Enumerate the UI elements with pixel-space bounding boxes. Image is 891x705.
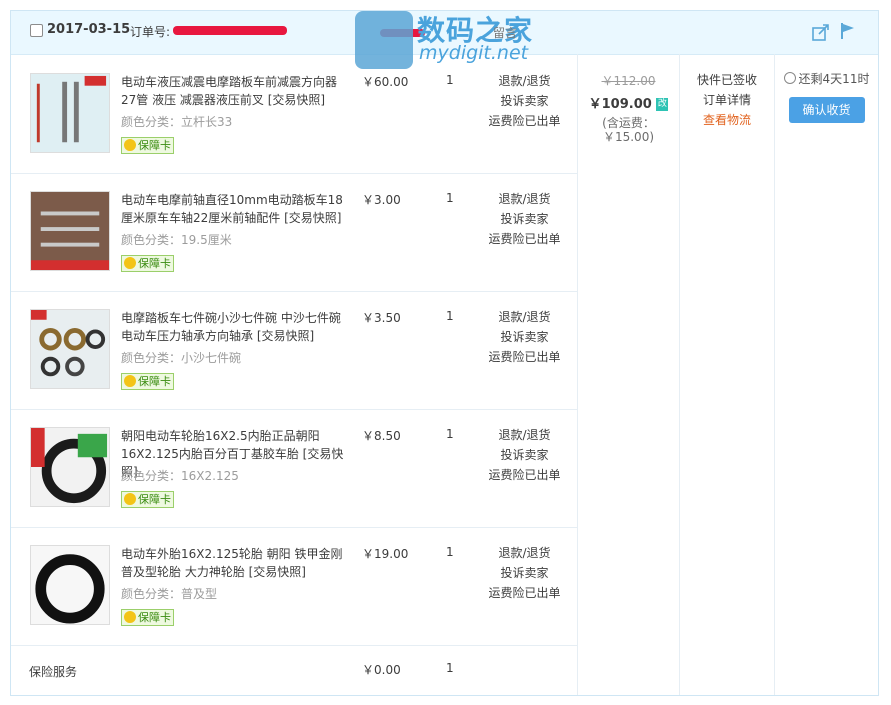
order-item-row: 电摩踏板车七件碗小沙七件碗 中沙七件碗电动车压力轴承方向轴承 [交易快照] 颜色… [11, 291, 577, 410]
refund-link[interactable]: 退款/退货 [487, 189, 562, 209]
item-price: ￥3.50 [362, 311, 401, 325]
order-number-redaction [173, 26, 287, 35]
product-thumbnail[interactable] [30, 73, 110, 153]
guarantee-icon [124, 257, 136, 269]
product-color: 颜色分类：普及型 [121, 587, 218, 601]
product-name[interactable]: 电动车电摩前轴直径10mm电动踏板车18厘米原车车轴22厘米前轴配件 [交易快照… [121, 191, 349, 227]
item-operations: 退款/退货 投诉卖家 运费险已出单 [487, 307, 562, 367]
column-divider [774, 54, 775, 695]
view-logistics-link[interactable]: 查看物流 [680, 110, 774, 130]
product-color: 颜色分类：19.5厘米 [121, 233, 232, 247]
product-thumbnail[interactable] [30, 427, 110, 507]
guarantee-badge[interactable]: 保障卡 [121, 491, 174, 508]
item-operations: 退款/退货 投诉卖家 运费险已出单 [487, 425, 562, 485]
guarantee-badge[interactable]: 保障卡 [121, 373, 174, 390]
guarantee-icon [124, 375, 136, 387]
complain-link[interactable]: 投诉卖家 [487, 563, 562, 583]
shipping-insurance-link[interactable]: 运费险已出单 [487, 583, 562, 603]
clock-icon [783, 72, 796, 84]
actual-price: ￥109.00 改 [578, 93, 679, 112]
column-divider [679, 54, 680, 695]
remaining-time-text: 还剩4天11时 [798, 72, 870, 86]
remaining-time: 还剩4天11时 [775, 70, 878, 87]
flag-icon[interactable] [839, 21, 857, 41]
item-price: ￥8.50 [362, 429, 401, 443]
refund-link[interactable]: 退款/退货 [487, 543, 562, 563]
shipping-insurance-link[interactable]: 运费险已出单 [487, 347, 562, 367]
item-quantity: 1 [446, 427, 454, 441]
item-quantity: 1 [446, 73, 454, 87]
guarantee-icon [124, 493, 136, 505]
order-date: 2017-03-15 [47, 22, 131, 37]
item-quantity: 1 [446, 191, 454, 205]
order-card: 2017-03-15 订单号: 数码之家 mydigit.net 留言 电动车液… [10, 10, 879, 696]
product-thumbnail[interactable] [30, 191, 110, 271]
insurance-label: 保险服务 [29, 665, 78, 679]
guarantee-badge[interactable]: 保障卡 [121, 609, 174, 626]
item-operations: 退款/退货 投诉卖家 运费险已出单 [487, 71, 562, 131]
guarantee-label: 保障卡 [138, 493, 171, 506]
guarantee-label: 保障卡 [138, 375, 171, 388]
delivery-status: 快件已签收 [696, 73, 757, 87]
guarantee-label: 保障卡 [138, 611, 171, 624]
refund-link[interactable]: 退款/退货 [487, 425, 562, 445]
product-name[interactable]: 电摩踏板车七件碗小沙七件碗 中沙七件碗电动车压力轴承方向轴承 [交易快照] [121, 309, 349, 345]
item-price: ￥19.00 [362, 547, 409, 561]
insurance-price: ￥0.00 [362, 663, 401, 677]
shipping-insurance-link[interactable]: 运费险已出单 [487, 465, 562, 485]
insurance-quantity: 1 [446, 661, 454, 675]
guarantee-icon [124, 611, 136, 623]
actual-price-value: ￥109.00 [588, 97, 652, 112]
order-number-label: 订单号: [130, 25, 171, 39]
item-price: ￥60.00 [362, 75, 409, 89]
order-header: 2017-03-15 订单号: 数码之家 mydigit.net 留言 [11, 11, 878, 69]
shipping-insurance-link[interactable]: 运费险已出单 [487, 111, 562, 131]
item-operations: 退款/退货 投诉卖家 运费险已出单 [487, 543, 562, 603]
product-thumbnail[interactable] [30, 309, 110, 389]
item-operations: 退款/退货 投诉卖家 运费险已出单 [487, 189, 562, 249]
product-name[interactable]: 电动车外胎16X2.125轮胎 朝阳 铁甲金刚 普及型轮胎 大力神轮胎 [交易快… [121, 545, 349, 581]
item-quantity: 1 [446, 309, 454, 323]
shipping-insurance-link[interactable]: 运费险已出单 [487, 229, 562, 249]
order-action: 还剩4天11时 确认收货 [775, 54, 878, 123]
complain-link[interactable]: 投诉卖家 [487, 209, 562, 229]
guarantee-label: 保障卡 [138, 257, 171, 270]
share-icon[interactable] [811, 22, 831, 42]
shipping-fee-label: (含运费： [602, 116, 655, 130]
confirm-receipt-button[interactable]: 确认收货 [788, 97, 865, 123]
insurance-row: 保险服务 ￥0.00 1 [11, 644, 577, 696]
price-changed-badge: 改 [656, 98, 669, 111]
item-quantity: 1 [446, 545, 454, 559]
product-name[interactable]: 电动车液压减震电摩踏板车前减震方向器27管 液压 减震器液压前叉 [交易快照] [121, 73, 349, 109]
order-detail-link[interactable]: 订单详情 [680, 90, 774, 110]
guarantee-label: 保障卡 [138, 139, 171, 152]
complain-link[interactable]: 投诉卖家 [487, 445, 562, 465]
product-thumbnail[interactable] [30, 545, 110, 625]
shipping-fee-value: ￥15.00) [602, 130, 655, 144]
order-item-row: 朝阳电动车轮胎16X2.5内胎正品朝阳16X2.125内胎百分百丁基胶车胎 [交… [11, 409, 577, 528]
order-status: 快件已签收 订单详情 查看物流 [680, 70, 774, 130]
order-item-row: 电动车外胎16X2.125轮胎 朝阳 铁甲金刚 普及型轮胎 大力神轮胎 [交易快… [11, 527, 577, 646]
order-item-row: 电动车电摩前轴直径10mm电动踏板车18厘米原车车轴22厘米前轴配件 [交易快照… [11, 173, 577, 292]
refund-link[interactable]: 退款/退货 [487, 307, 562, 327]
product-color: 颜色分类：小沙七件碗 [121, 351, 242, 365]
complain-link[interactable]: 投诉卖家 [487, 91, 562, 111]
complain-link[interactable]: 投诉卖家 [487, 327, 562, 347]
column-divider [577, 54, 578, 695]
original-price: ￥112.00 [601, 74, 656, 88]
guarantee-badge[interactable]: 保障卡 [121, 137, 174, 154]
refund-link[interactable]: 退款/退货 [487, 71, 562, 91]
order-checkbox[interactable] [30, 24, 43, 37]
shipping-fee: (含运费： ￥15.00) [578, 116, 679, 144]
item-price: ￥3.00 [362, 193, 401, 207]
message-link[interactable]: 留言 [493, 24, 517, 41]
order-total: ￥112.00 ￥109.00 改 (含运费： ￥15.00) [578, 54, 679, 144]
product-color: 颜色分类：立杆长33 [121, 115, 233, 129]
guarantee-icon [124, 139, 136, 151]
order-item-row: 电动车液压减震电摩踏板车前减震方向器27管 液压 减震器液压前叉 [交易快照] … [11, 55, 577, 174]
product-color: 颜色分类：16X2.125 [121, 469, 239, 483]
guarantee-badge[interactable]: 保障卡 [121, 255, 174, 272]
